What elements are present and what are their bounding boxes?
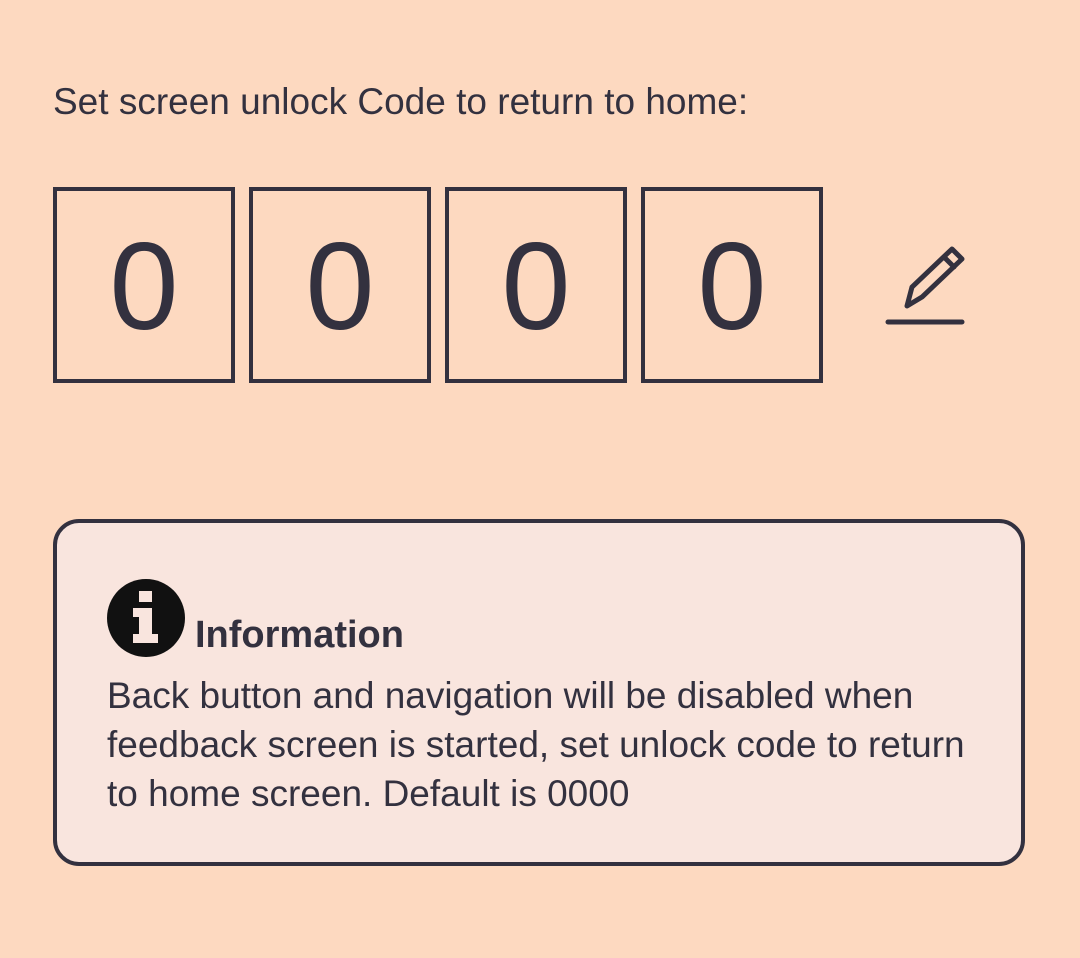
unlock-code-prompt: Set screen unlock Code to return to home… bbox=[53, 81, 749, 122]
information-card: Information Back button and navigation w… bbox=[53, 519, 1025, 866]
pencil-icon bbox=[880, 240, 972, 332]
code-digit-1: 0 bbox=[53, 187, 235, 383]
unlock-code-display: 0 0 0 0 bbox=[53, 187, 823, 383]
information-title: Information bbox=[195, 614, 404, 656]
code-digit-2: 0 bbox=[249, 187, 431, 383]
code-digit-4: 0 bbox=[641, 187, 823, 383]
info-icon bbox=[107, 579, 185, 657]
information-header: Information bbox=[107, 579, 404, 657]
information-message: Back button and navigation will be disab… bbox=[107, 675, 965, 814]
edit-code-button[interactable] bbox=[880, 240, 972, 332]
code-digit-3: 0 bbox=[445, 187, 627, 383]
